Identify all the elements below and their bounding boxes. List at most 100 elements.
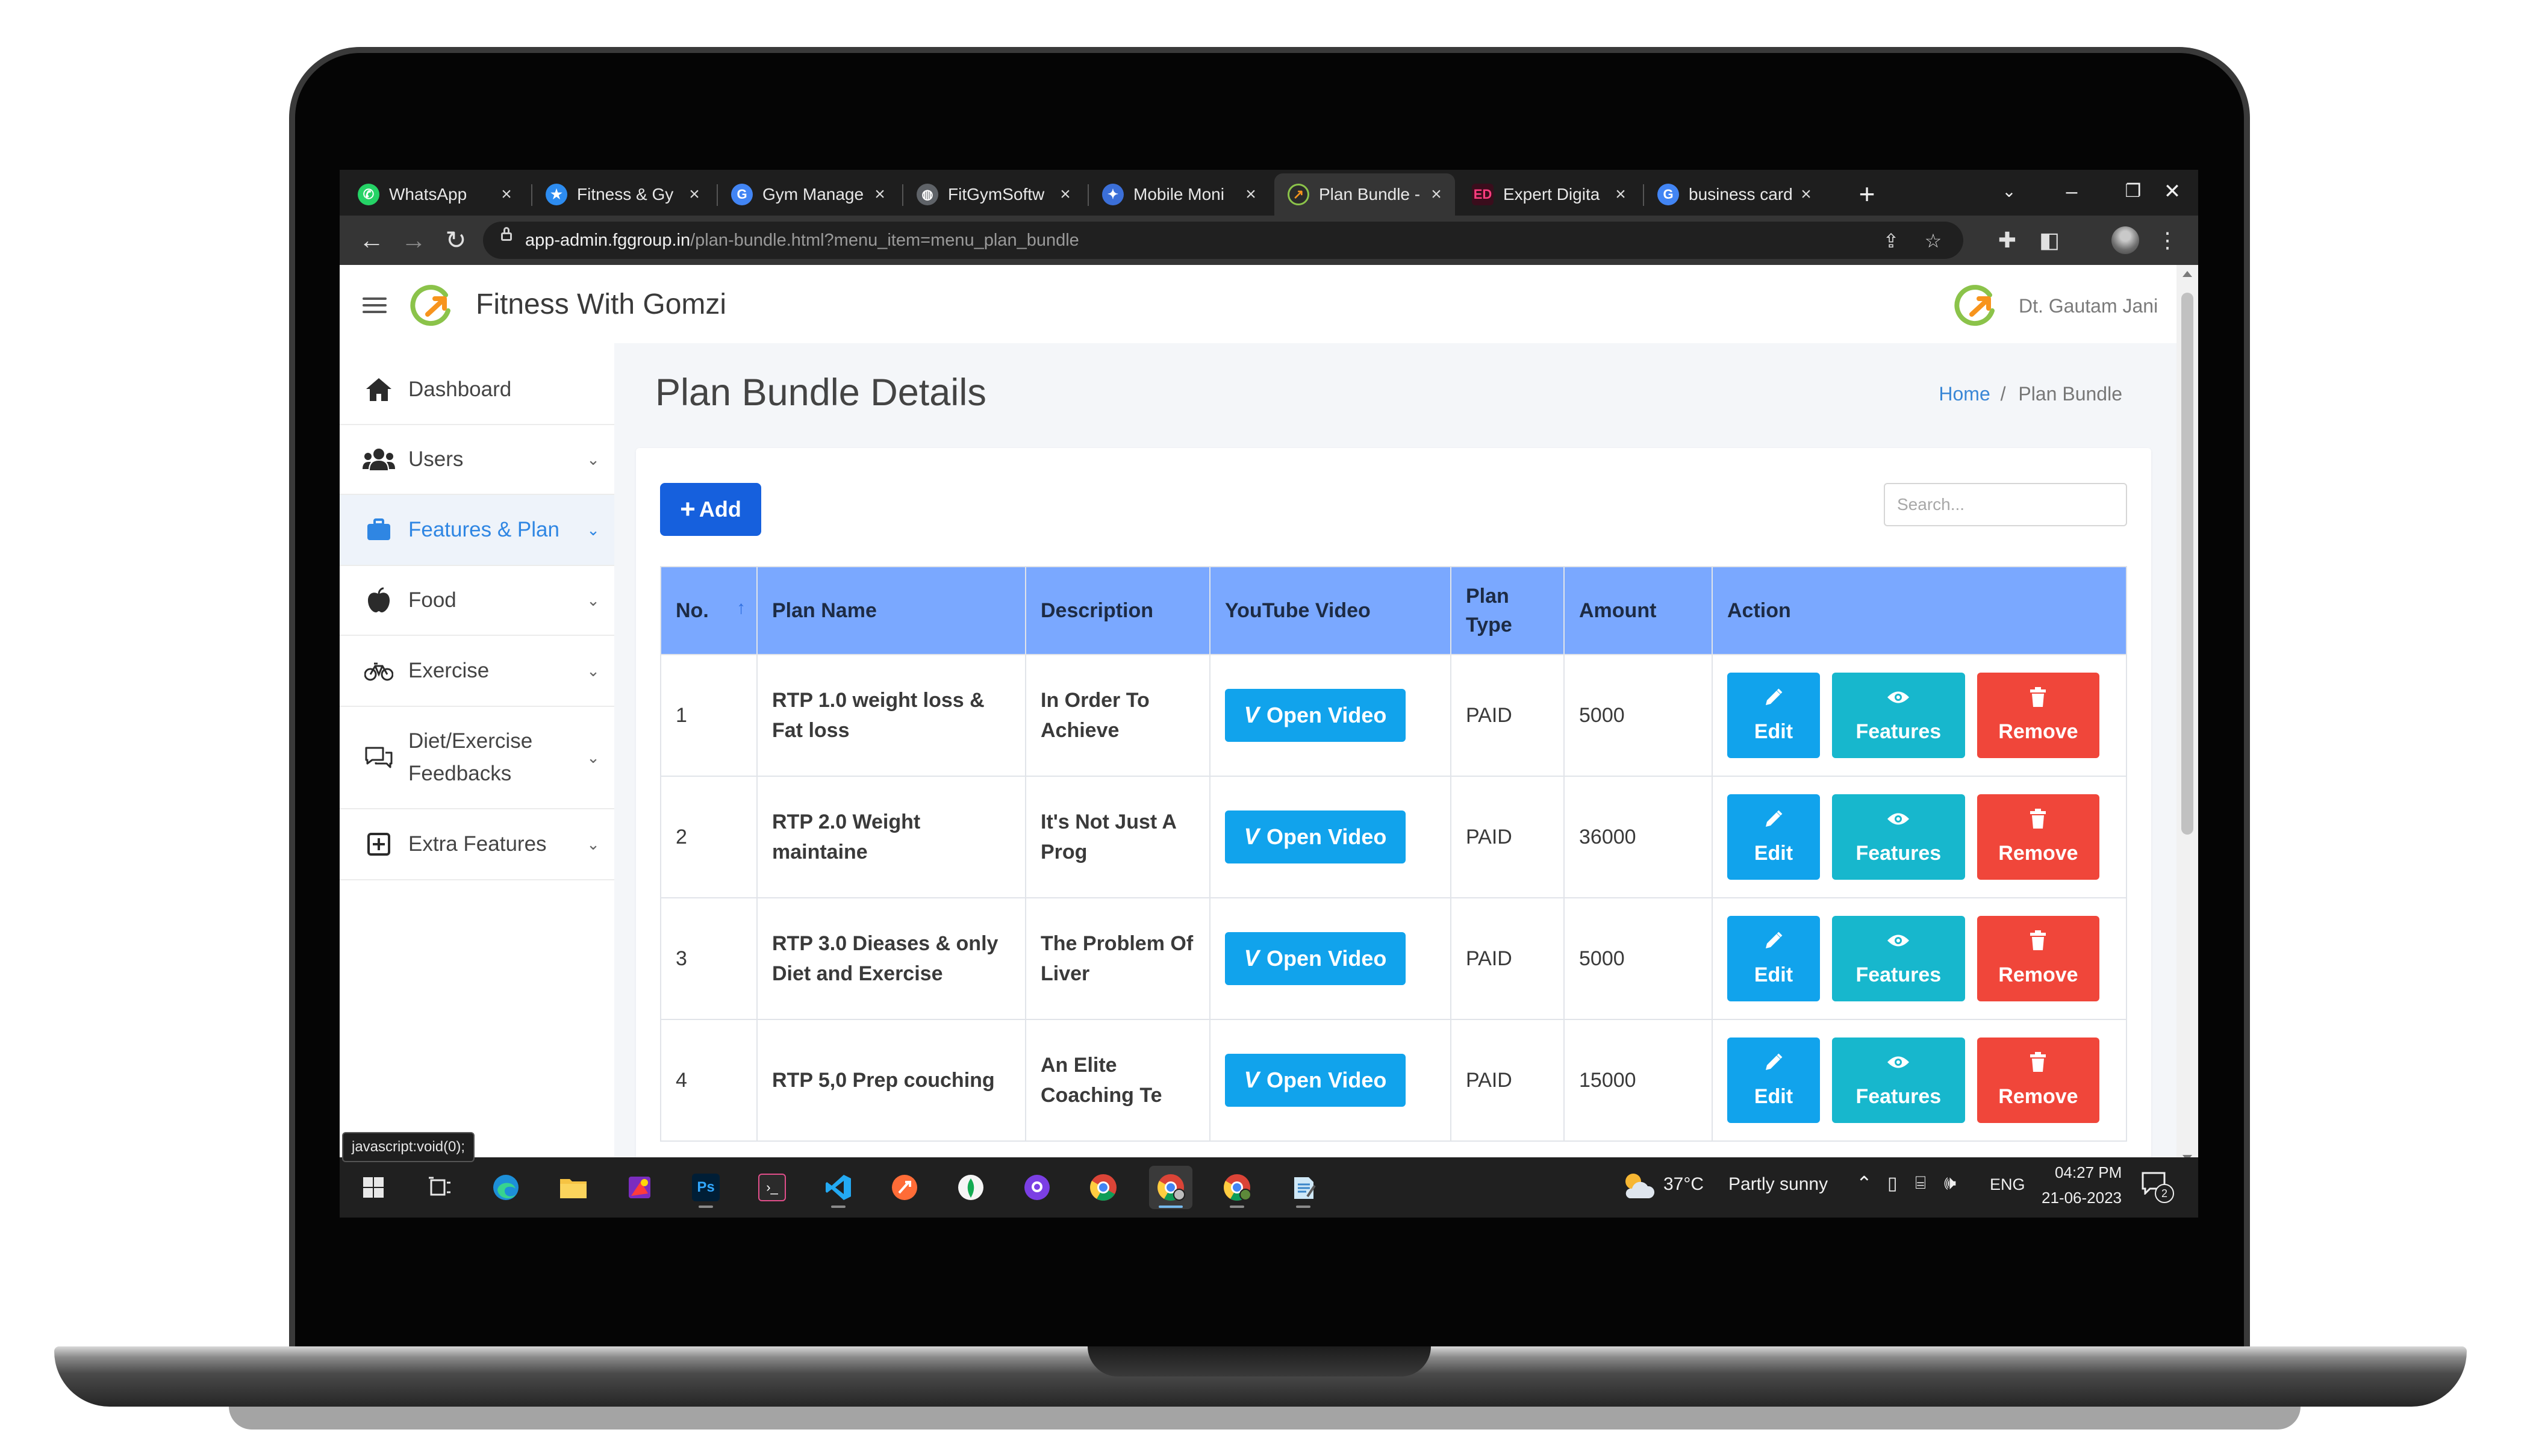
- hamburger-menu-icon[interactable]: [363, 297, 387, 313]
- paint-app-icon[interactable]: [618, 1166, 661, 1209]
- brand-name[interactable]: Fitness With Gomzi: [476, 288, 726, 322]
- side-panel-icon[interactable]: ◧: [2031, 222, 2068, 259]
- scroll-up-arrow-icon[interactable]: [2182, 271, 2192, 277]
- sidebar-item-exercise[interactable]: Exercise ⌄: [340, 636, 614, 707]
- window-close-button[interactable]: ✕: [2146, 173, 2198, 210]
- close-icon[interactable]: ×: [496, 184, 517, 205]
- page-scrollbar[interactable]: [2176, 265, 2198, 1168]
- edit-button[interactable]: Edit: [1727, 916, 1820, 1001]
- open-video-button[interactable]: V Open Video: [1225, 1054, 1406, 1107]
- kebab-menu-icon[interactable]: ⋮: [2149, 222, 2186, 259]
- close-icon[interactable]: ×: [1055, 184, 1076, 205]
- column-header-plan-type[interactable]: Plan Type: [1450, 566, 1565, 655]
- column-header-amount[interactable]: Amount: [1563, 566, 1713, 655]
- terminal-icon[interactable]: ›_: [750, 1166, 794, 1209]
- sidebar-item-extra-features[interactable]: Extra Features ⌄: [340, 809, 614, 880]
- sidebar-item-food[interactable]: Food ⌄: [340, 566, 614, 636]
- tab-gym-management[interactable]: G Gym Manage ×: [718, 173, 899, 216]
- user-avatar-logo[interactable]: [1954, 282, 1999, 328]
- edit-button[interactable]: Edit: [1727, 1038, 1820, 1123]
- tab-fitgym-software[interactable]: ◍ FitGymSoftw ×: [903, 173, 1084, 216]
- weather-description[interactable]: Partly sunny: [1728, 1174, 1828, 1195]
- vscode-icon[interactable]: [817, 1166, 860, 1209]
- open-video-button[interactable]: V Open Video: [1225, 689, 1406, 742]
- bookmark-star-icon[interactable]: ☆: [1921, 230, 1945, 252]
- extensions-puzzle-icon[interactable]: ✚: [1989, 222, 2026, 259]
- open-video-button[interactable]: V Open Video: [1225, 810, 1406, 863]
- file-explorer-icon[interactable]: [552, 1166, 595, 1209]
- sidebar-item-features-plan[interactable]: Features & Plan ⌄: [340, 495, 614, 566]
- language-indicator[interactable]: ENG: [1990, 1175, 2025, 1194]
- features-button[interactable]: Features: [1831, 916, 1965, 1001]
- features-button[interactable]: Features: [1831, 1038, 1965, 1123]
- gomzi-logo-icon[interactable]: [410, 282, 455, 328]
- column-header-action[interactable]: Action: [1712, 566, 2127, 655]
- reload-button[interactable]: ↻: [437, 222, 475, 259]
- remove-button[interactable]: Remove: [1977, 916, 2099, 1001]
- share-icon[interactable]: ⇪: [1879, 230, 1903, 252]
- sidebar-item-dashboard[interactable]: Dashboard: [340, 355, 614, 425]
- profile-avatar[interactable]: [2111, 226, 2139, 254]
- tab-mobile-monitor[interactable]: ✦ Mobile Moni ×: [1089, 173, 1270, 216]
- weather-temperature[interactable]: 37°C: [1663, 1174, 1704, 1195]
- edge-browser-icon[interactable]: [484, 1166, 528, 1209]
- close-icon[interactable]: ×: [1426, 184, 1447, 205]
- tab-business-card[interactable]: G business card ×: [1644, 173, 1825, 216]
- clock-time[interactable]: 04:27 PM: [2055, 1163, 2122, 1182]
- tab-search-chevron-icon[interactable]: ⌄: [1979, 173, 2039, 210]
- network-icon[interactable]: ⌸: [1915, 1173, 1926, 1193]
- remove-button[interactable]: Remove: [1977, 673, 2099, 758]
- search-input[interactable]: [1884, 483, 2127, 526]
- chrome-icon[interactable]: [1082, 1166, 1125, 1209]
- forward-button[interactable]: →: [395, 222, 432, 259]
- user-name[interactable]: Dt. Gautam Jani: [2019, 294, 2158, 318]
- edit-button[interactable]: Edit: [1727, 794, 1820, 880]
- weather-partly-sunny-icon[interactable]: [1620, 1169, 1656, 1203]
- minimize-button[interactable]: –: [2042, 173, 2102, 210]
- tab-expert-digital[interactable]: ED Expert Digita ×: [1459, 173, 1639, 216]
- column-header-description[interactable]: Description: [1025, 566, 1210, 655]
- scrollbar-thumb[interactable]: [2181, 293, 2193, 835]
- lock-icon[interactable]: [501, 227, 512, 241]
- close-icon[interactable]: ×: [1796, 184, 1816, 205]
- task-view-icon[interactable]: [418, 1166, 461, 1209]
- column-header-youtube-video[interactable]: YouTube Video: [1209, 566, 1451, 655]
- windows-start-icon[interactable]: [352, 1166, 395, 1209]
- clock-date[interactable]: 21-06-2023: [2042, 1189, 2122, 1207]
- breadcrumb-home-link[interactable]: Home: [1939, 383, 1990, 405]
- notepad-icon[interactable]: [1282, 1166, 1325, 1209]
- column-header-plan-name[interactable]: Plan Name: [756, 566, 1026, 655]
- close-icon[interactable]: ×: [870, 184, 890, 205]
- mongodb-compass-icon[interactable]: [949, 1166, 992, 1209]
- column-header-no[interactable]: No. ↑: [660, 566, 758, 655]
- add-button[interactable]: + Add: [660, 483, 761, 536]
- edit-label: Edit: [1754, 842, 1793, 865]
- remove-button[interactable]: Remove: [1977, 794, 2099, 880]
- features-button[interactable]: Features: [1831, 673, 1965, 758]
- back-button[interactable]: ←: [353, 222, 390, 259]
- chevron-up-icon[interactable]: ⌃: [1856, 1172, 1872, 1195]
- close-icon[interactable]: ×: [1610, 184, 1631, 205]
- edit-button[interactable]: Edit: [1727, 673, 1820, 758]
- sidebar-item-feedbacks[interactable]: Diet/Exercise Feedbacks ⌄: [340, 707, 614, 809]
- volume-icon[interactable]: 🕪: [1944, 1172, 1956, 1195]
- remove-button[interactable]: Remove: [1977, 1038, 2099, 1123]
- close-icon[interactable]: ×: [1241, 184, 1261, 205]
- sort-arrow-icon[interactable]: ↑: [737, 594, 746, 623]
- tab-whatsapp[interactable]: ✆ WhatsApp ×: [344, 173, 525, 216]
- tab-plan-bundle[interactable]: ↗ Plan Bundle - ×: [1274, 173, 1455, 216]
- sidebar-item-users[interactable]: Users ⌄: [340, 425, 614, 495]
- battery-icon[interactable]: ▯: [1887, 1173, 1898, 1194]
- open-video-button[interactable]: V Open Video: [1225, 932, 1406, 985]
- tab-fitness-gym[interactable]: ★ Fitness & Gy ×: [532, 173, 713, 216]
- chrome-profile-icon[interactable]: [1149, 1166, 1192, 1209]
- notification-center-icon[interactable]: 2: [2140, 1171, 2174, 1204]
- chrome-profile-2-icon[interactable]: [1215, 1166, 1259, 1209]
- postman-icon[interactable]: [883, 1166, 926, 1209]
- photoshop-icon[interactable]: Ps: [684, 1166, 727, 1209]
- address-bar[interactable]: app-admin.fggroup.in/plan-bundle.html?me…: [483, 222, 1963, 259]
- features-button[interactable]: Features: [1831, 794, 1965, 880]
- close-icon[interactable]: ×: [684, 184, 705, 205]
- new-tab-button[interactable]: +: [1849, 176, 1885, 212]
- github-desktop-icon[interactable]: [1015, 1166, 1059, 1209]
